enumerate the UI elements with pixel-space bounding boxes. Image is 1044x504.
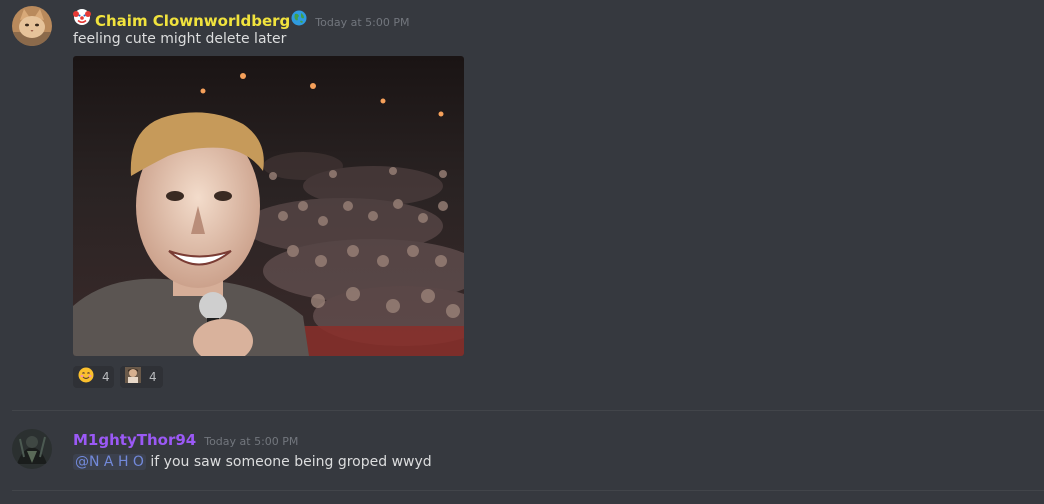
username[interactable]: M1ghtyThor94: [73, 431, 196, 449]
selfie-photo-icon: [73, 56, 464, 356]
custom-emoji-icon: [125, 367, 141, 387]
image-attachment[interactable]: [73, 56, 464, 356]
reaction-smiling-face[interactable]: 4: [73, 366, 114, 388]
message-header: M1ghtyThor94 Today at 5:00 PM: [73, 431, 298, 449]
avatar-cat[interactable]: [12, 6, 52, 46]
message-header: Chaim Clownworldberg Today at 5:00 PM: [73, 8, 409, 30]
cat-avatar-icon: [12, 6, 52, 46]
message-text: feeling cute might delete later: [73, 31, 287, 47]
avatar-thor[interactable]: [12, 429, 52, 469]
message-divider: [12, 410, 1044, 411]
timestamp: Today at 5:00 PM: [204, 435, 299, 448]
globe-icon: [291, 10, 307, 30]
dark-figure-avatar-icon: [12, 429, 52, 469]
clown-face-icon: [73, 8, 91, 30]
message-text-content: if you saw someone being groped wwyd: [145, 454, 432, 470]
username[interactable]: Chaim Clownworldberg: [95, 12, 290, 30]
user-mention[interactable]: @N A H O: [73, 454, 146, 470]
reaction-count: 4: [149, 370, 157, 384]
reaction-count: 4: [102, 370, 110, 384]
reaction-custom-emoji[interactable]: 4: [120, 366, 163, 388]
timestamp: Today at 5:00 PM: [315, 16, 410, 29]
message-text: @N A H O if you saw someone being groped…: [73, 454, 432, 470]
message-divider: [12, 490, 1044, 491]
smiling-face-icon: [78, 367, 94, 387]
